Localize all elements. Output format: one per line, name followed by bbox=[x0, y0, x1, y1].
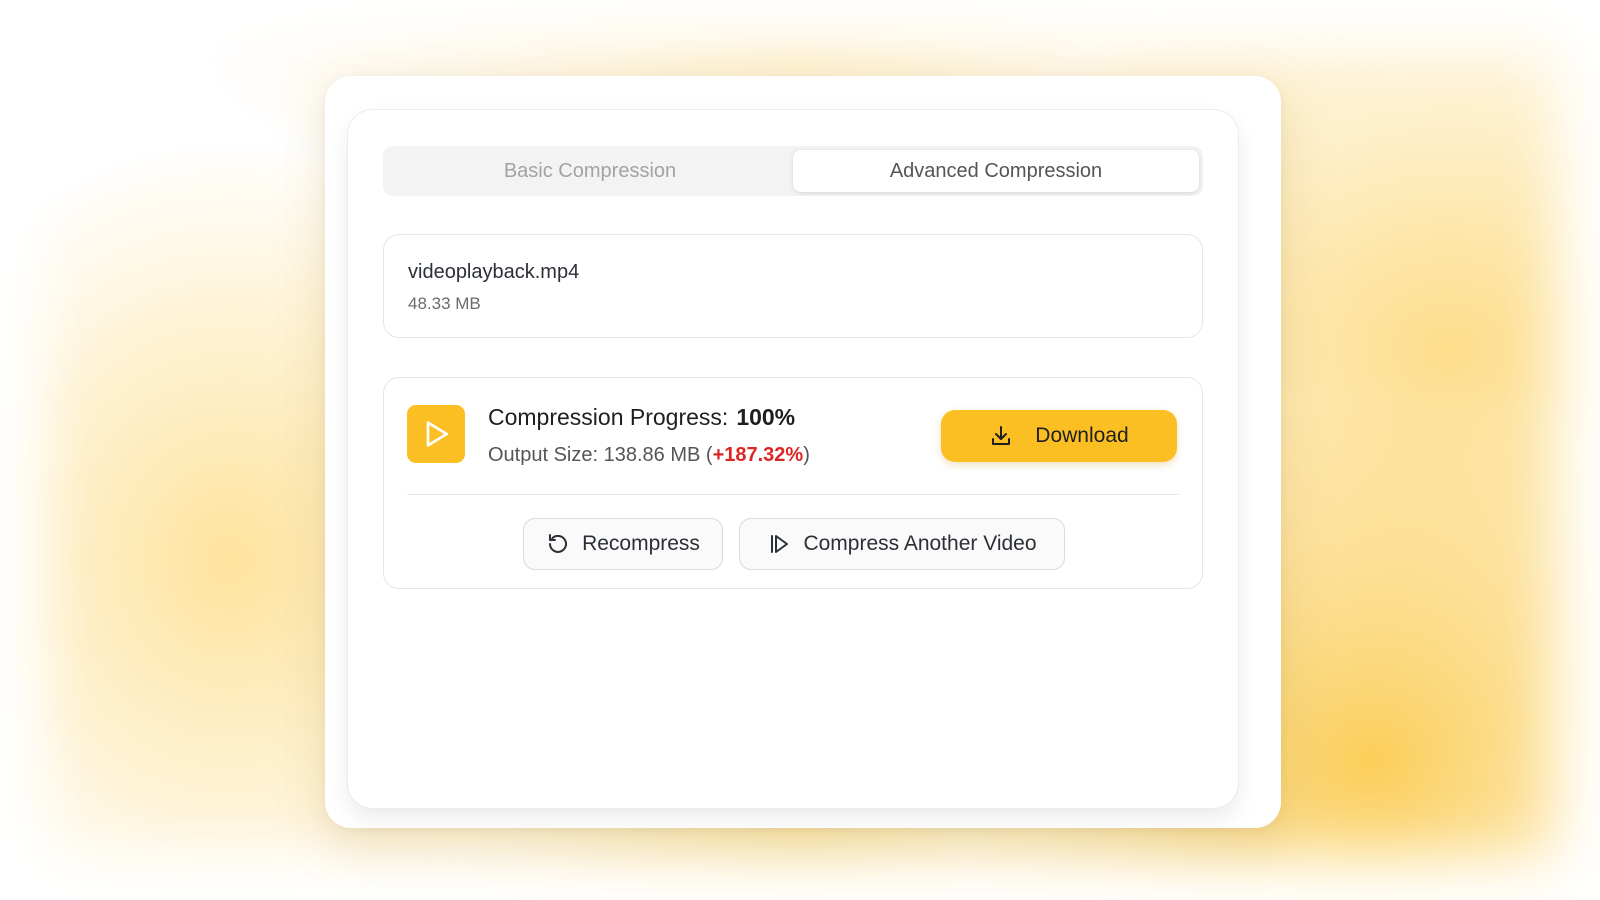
file-name: videoplayback.mp4 bbox=[408, 261, 580, 283]
divider bbox=[407, 494, 1179, 495]
compression-progress: Compression Progress: 100% bbox=[488, 404, 795, 431]
size-change-percent: +187.32% bbox=[712, 444, 804, 466]
output-size-suffix: ) bbox=[803, 444, 810, 466]
tab-advanced-compression[interactable]: Advanced Compression bbox=[793, 150, 1199, 192]
recompress-button[interactable]: Recompress bbox=[523, 518, 723, 570]
file-size: 48.33 MB bbox=[408, 294, 481, 313]
download-button[interactable]: Download bbox=[941, 410, 1177, 462]
file-info-card: videoplayback.mp4 48.33 MB bbox=[383, 234, 1203, 338]
tab-basic-compression[interactable]: Basic Compression bbox=[387, 150, 793, 192]
download-icon bbox=[989, 424, 1013, 448]
progress-label: Compression Progress: bbox=[488, 404, 729, 430]
recompress-label: Recompress bbox=[582, 532, 700, 555]
rotate-ccw-icon bbox=[546, 532, 570, 556]
compression-mode-tabs: Basic Compression Advanced Compression bbox=[383, 146, 1203, 196]
app-window: Basic Compression Advanced Compression v… bbox=[325, 76, 1281, 828]
compress-another-video-button[interactable]: Compress Another Video bbox=[739, 518, 1065, 570]
skip-back-play-icon bbox=[767, 532, 791, 556]
secondary-actions: Recompress Compress Another Video bbox=[384, 518, 1204, 570]
compress-another-label: Compress Another Video bbox=[803, 532, 1037, 555]
output-size-label: Output Size: 138.86 MB ( bbox=[488, 444, 713, 466]
progress-value: 100% bbox=[736, 404, 796, 430]
compression-result-card: Compression Progress: 100% Output Size: 1… bbox=[383, 377, 1203, 589]
play-icon bbox=[407, 405, 465, 463]
download-label: Download bbox=[1035, 424, 1129, 447]
output-size: Output Size: 138.86 MB (+187.32%) bbox=[488, 444, 810, 467]
compressor-panel: Basic Compression Advanced Compression v… bbox=[347, 109, 1239, 809]
